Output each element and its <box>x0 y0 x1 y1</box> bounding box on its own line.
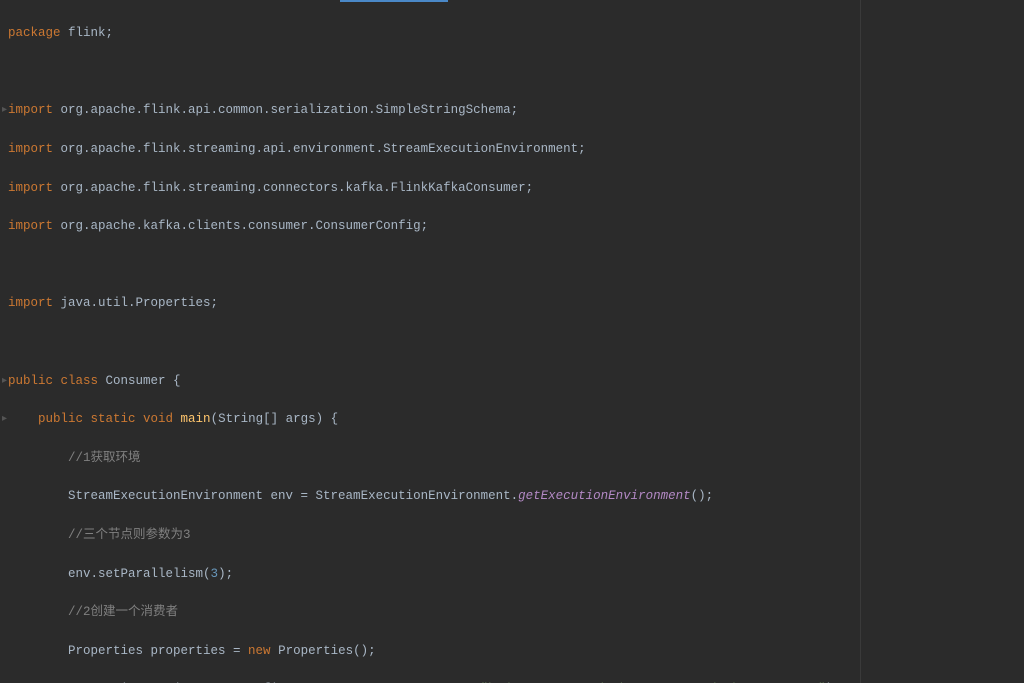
code-editor[interactable]: package flink; ▸import org.apache.flink.… <box>8 0 1024 683</box>
code-line <box>8 256 1024 275</box>
code-line: import org.apache.kafka.clients.consumer… <box>8 217 1024 236</box>
code-line: import org.apache.flink.streaming.api.en… <box>8 140 1024 159</box>
code-line: StreamExecutionEnvironment env = StreamE… <box>8 487 1024 506</box>
code-line: //2创建一个消费者 <box>8 603 1024 622</box>
code-line: package flink; <box>8 24 1024 43</box>
fold-icon[interactable]: ▸ <box>2 410 7 429</box>
code-line: env.setParallelism(3); <box>8 565 1024 584</box>
code-line: //1获取环境 <box>8 449 1024 468</box>
code-line: import org.apache.flink.streaming.connec… <box>8 179 1024 198</box>
fold-icon[interactable]: ▸ <box>2 372 7 391</box>
code-line: ▸public class Consumer { <box>8 372 1024 391</box>
code-line: ▸import org.apache.flink.api.common.seri… <box>8 101 1024 120</box>
code-line <box>8 63 1024 82</box>
code-line <box>8 333 1024 352</box>
code-line: import java.util.Properties; <box>8 294 1024 313</box>
code-line: Properties properties = new Properties()… <box>8 642 1024 661</box>
code-line: ▸ public static void main(String[] args)… <box>8 410 1024 429</box>
fold-icon[interactable]: ▸ <box>2 101 7 120</box>
code-line: //三个节点则参数为3 <box>8 526 1024 545</box>
